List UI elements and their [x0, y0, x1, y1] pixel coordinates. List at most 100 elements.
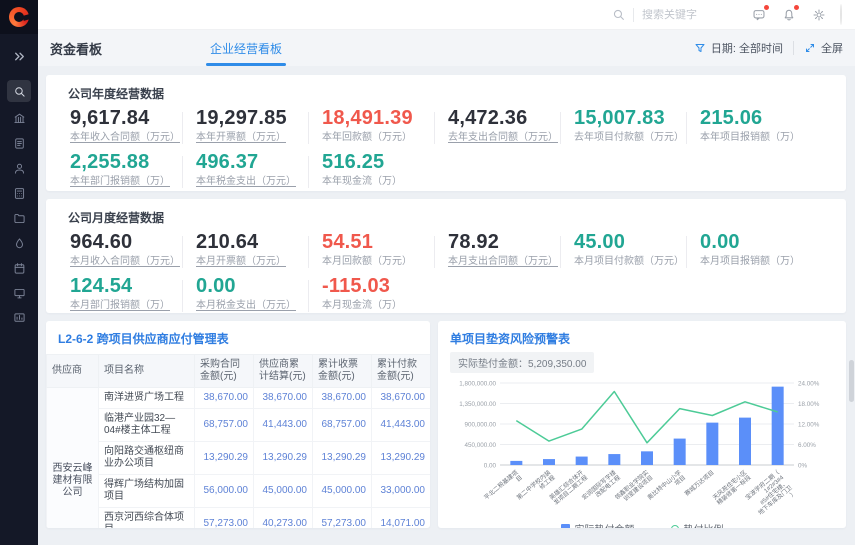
sidebar-item-search[interactable] [7, 80, 31, 102]
amount-cell[interactable]: 41,443.00 [372, 409, 431, 442]
legend-label: 实际垫付金额 [575, 521, 635, 528]
user-icon [13, 162, 26, 175]
bar-line-chart[interactable]: 0.000%450,000.006.00%900,000.0012.00%1,3… [450, 375, 834, 523]
amount-cell[interactable]: 38,670.00 [195, 388, 254, 409]
amount-cell[interactable]: 57,273.00 [313, 508, 372, 529]
global-search[interactable] [612, 8, 752, 22]
app-logo[interactable] [0, 0, 38, 34]
stat-label[interactable]: 本月开票额（万元） [196, 256, 320, 268]
amount-cell[interactable]: 14,071.00 [372, 508, 431, 529]
bar[interactable] [772, 387, 784, 465]
stat-label[interactable]: 本月部门报销额（万） [70, 300, 194, 312]
bar[interactable] [510, 461, 522, 465]
amount-cell[interactable]: 41,443.00 [254, 409, 313, 442]
table-header-cell: 供应商 [47, 355, 99, 388]
project-name-cell: 南洋进贤广场工程 [99, 388, 195, 409]
bell-button[interactable] [782, 8, 796, 22]
bar[interactable] [608, 454, 620, 465]
sidebar-item-folder[interactable] [7, 209, 31, 227]
sidebar-item-calculator[interactable] [7, 184, 31, 202]
folder-icon [13, 212, 26, 225]
left-axis-tick: 900,000.00 [464, 421, 496, 428]
amount-cell[interactable]: 38,670.00 [313, 388, 372, 409]
stat-label[interactable]: 去年支出合同额（万元） [448, 132, 572, 144]
sidebar-item-user[interactable] [7, 159, 31, 177]
stat-value: 516.25 [322, 152, 446, 173]
amount-cell[interactable]: 57,273.00 [195, 508, 254, 529]
stat-cell: 9,617.84本年收入合同额（万元） [68, 108, 194, 144]
sidebar-item-chart[interactable] [7, 309, 31, 327]
stat-value: 210.64 [196, 232, 320, 253]
calculator-icon [13, 187, 26, 200]
legend-square-icon [561, 524, 570, 528]
legend-line-series[interactable]: 垫付比例 [671, 521, 724, 528]
page-scrollbar[interactable] [849, 360, 854, 402]
tab-enterprise-board[interactable]: 企业经营看板 [200, 30, 292, 66]
amount-cell[interactable]: 13,290.29 [254, 442, 313, 475]
table-card-title: L2-6-2 跨项目供应商应付管理表 [58, 330, 418, 347]
stat-value: 54.51 [322, 232, 446, 253]
stat-value: 18,491.39 [322, 108, 446, 129]
logo-c-icon [9, 7, 29, 27]
stat-label: 本年现金流（万） [322, 176, 446, 188]
stat-cell: 45.00本月项目付款额（万元） [572, 232, 698, 268]
amount-cell[interactable]: 40,273.00 [254, 508, 313, 529]
bar[interactable] [674, 439, 686, 465]
stat-label[interactable]: 本年部门报销额（万） [70, 176, 194, 188]
stat-label[interactable]: 本月税金支出（万元） [196, 300, 320, 312]
sidebar-item-document[interactable] [7, 134, 31, 152]
sidebar-item-bank[interactable] [7, 109, 31, 127]
stat-label[interactable]: 本年开票额（万元） [196, 132, 320, 144]
table-row: 临港产业园32—04#楼主体工程68,757.0041,443.0068,757… [47, 409, 431, 442]
sidebar-item-droplet[interactable] [7, 234, 31, 252]
sidebar-expand-icon[interactable] [13, 46, 26, 66]
stat-value: 15,007.83 [574, 108, 698, 129]
amount-cell[interactable]: 38,670.00 [254, 388, 313, 409]
stat-label[interactable]: 本月收入合同额（万元） [70, 256, 194, 268]
stat-label[interactable]: 本月支出合同额（万元） [448, 256, 572, 268]
amount-cell[interactable]: 33,000.00 [372, 475, 431, 508]
calendar-icon [13, 262, 26, 275]
date-filter[interactable]: 日期: 全部时间 [694, 40, 783, 56]
left-axis-tick: 450,000.00 [464, 442, 496, 449]
stat-value: 78.92 [448, 232, 572, 253]
amount-cell[interactable]: 56,000.00 [195, 475, 254, 508]
sidebar-item-monitor[interactable] [7, 284, 31, 302]
right-axis-tick: 6.00% [798, 442, 816, 449]
left-axis-tick: 1,350,000.00 [459, 401, 496, 408]
document-icon [13, 137, 26, 150]
line-series[interactable] [516, 392, 777, 443]
stat-value: 2,255.88 [70, 152, 194, 173]
avatar[interactable] [840, 4, 842, 25]
sidebar-item-calendar[interactable] [7, 259, 31, 277]
bar[interactable] [576, 457, 588, 465]
monthly-kpi-card: 公司月度经营数据 964.60本月收入合同额（万元）210.64本月开票额（万元… [46, 199, 846, 313]
bar[interactable] [641, 451, 653, 465]
table-header-cell: 累计付款金额(元) [372, 355, 431, 388]
bar[interactable] [739, 418, 751, 465]
notification-dot [794, 5, 799, 10]
amount-cell[interactable]: 13,290.29 [313, 442, 372, 475]
bank-icon [13, 112, 26, 125]
amount-cell[interactable]: 68,757.00 [313, 409, 372, 442]
amount-cell[interactable]: 68,757.00 [195, 409, 254, 442]
bar[interactable] [706, 423, 718, 465]
yearly-stats-grid: 9,617.84本年收入合同额（万元）19,297.85本年开票额（万元）18,… [68, 108, 824, 188]
stat-cell: 496.37本年税金支出（万元） [194, 152, 320, 188]
amount-cell[interactable]: 45,000.00 [313, 475, 372, 508]
amount-cell[interactable]: 13,290.29 [372, 442, 431, 475]
amount-cell[interactable]: 13,290.29 [195, 442, 254, 475]
amount-cell[interactable]: 45,000.00 [254, 475, 313, 508]
stat-label[interactable]: 本年收入合同额（万元） [70, 132, 194, 144]
gear-button[interactable] [812, 8, 826, 22]
stat-label[interactable]: 本年税金支出（万元） [196, 176, 320, 188]
bar[interactable] [543, 459, 555, 465]
sidebar-menu [7, 80, 31, 327]
search-input[interactable] [642, 9, 752, 21]
monthly-card-title: 公司月度经营数据 [68, 209, 824, 226]
fullscreen-button[interactable]: 全屏 [804, 40, 843, 56]
legend-bar-series[interactable]: 实际垫付金额 [561, 521, 635, 528]
stat-label: 本月项目付款额（万元） [574, 256, 698, 268]
amount-cell[interactable]: 38,670.00 [372, 388, 431, 409]
message-button[interactable] [752, 8, 766, 22]
